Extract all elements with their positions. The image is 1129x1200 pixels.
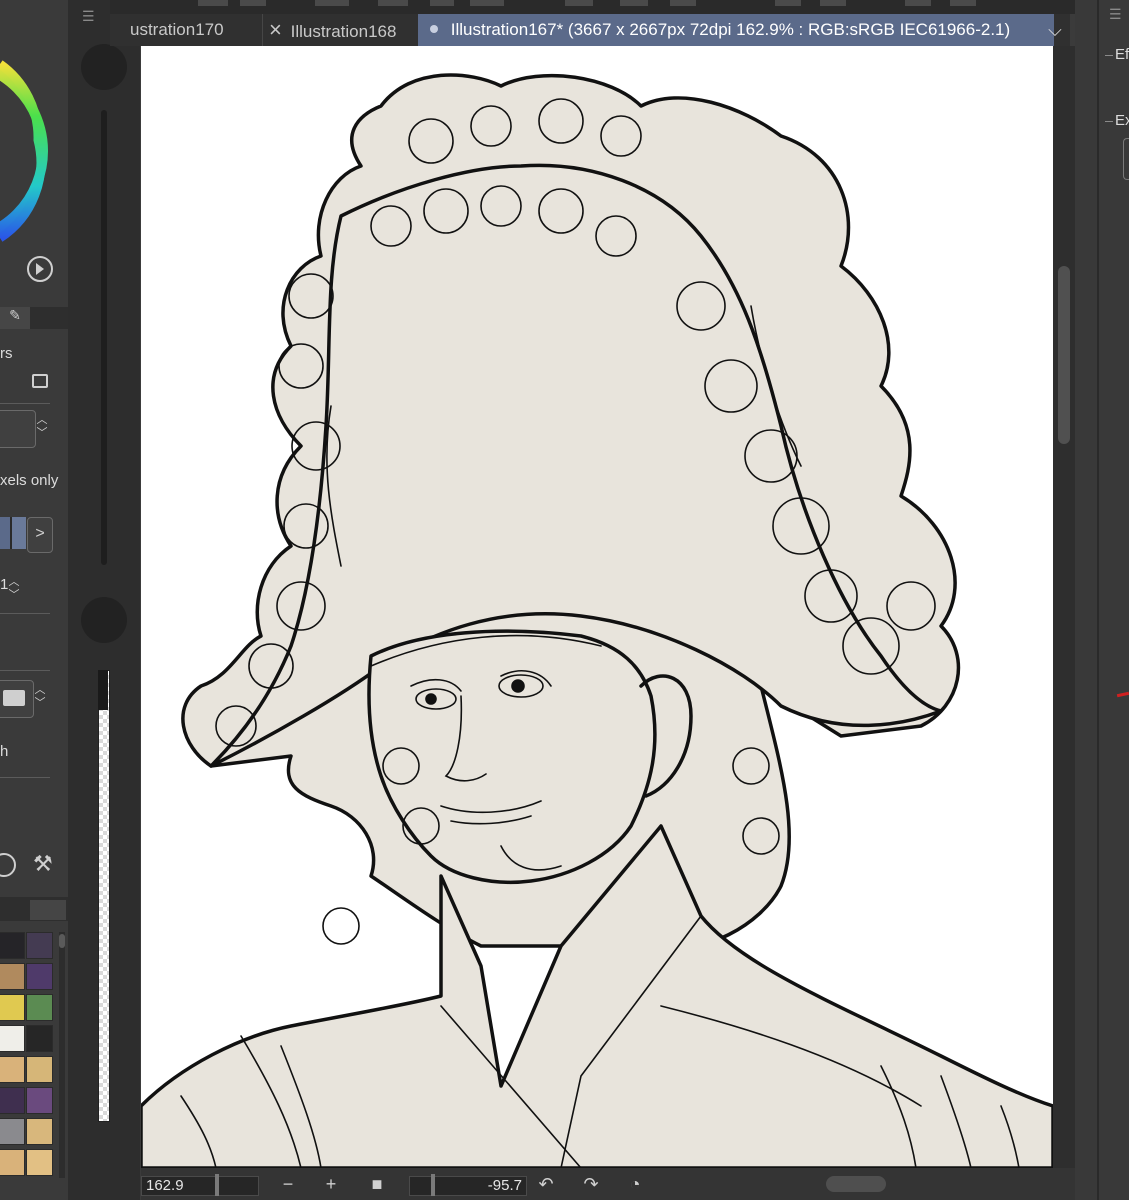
- menu-icon[interactable]: ☰: [82, 8, 95, 25]
- opacity-slider[interactable]: [98, 670, 110, 1122]
- color-swatch[interactable]: [26, 1056, 53, 1083]
- color-swatch[interactable]: [26, 932, 53, 959]
- color-tool-panel: ✎ rs ︿ ﹀ xels only > 1 ︿ ﹀ ︿ ﹀ h ⚒: [0, 0, 68, 1200]
- clock-icon[interactable]: [0, 853, 16, 877]
- toolbar-button[interactable]: [820, 0, 846, 6]
- opacity-slider-fill: [98, 670, 108, 710]
- zoom-out-icon[interactable]: −: [276, 1172, 300, 1196]
- tab-illustration167[interactable]: Illustration167* (3667 x 2667px 72dpi 16…: [418, 14, 1054, 46]
- rotation-slider-handle[interactable]: [431, 1174, 435, 1196]
- toolbar-button[interactable]: [950, 0, 976, 6]
- toolbar-button[interactable]: [620, 0, 648, 6]
- toolbar-button[interactable]: [430, 0, 454, 6]
- color-swatch[interactable]: [26, 1149, 53, 1176]
- red-mark: [1116, 691, 1129, 698]
- horizontal-scrollbar[interactable]: [681, 1174, 1061, 1194]
- toolbar-button[interactable]: [198, 0, 228, 6]
- toolbar-button[interactable]: [775, 0, 801, 6]
- canvas-vertical-scrollbar[interactable]: [1053, 46, 1075, 1168]
- blend-label: h: [0, 743, 9, 760]
- color-swatch[interactable]: [26, 994, 53, 1021]
- opacity-knob[interactable]: [81, 597, 127, 643]
- color-swatch[interactable]: [0, 1118, 25, 1145]
- rotation-field[interactable]: -95.7: [409, 1176, 527, 1196]
- layer-mode-stepper[interactable]: ︿ ﹀: [34, 414, 50, 444]
- panel-gap: [1097, 0, 1099, 1200]
- toolbar-button[interactable]: [240, 0, 266, 6]
- tab-label: Illustration167* (3667 x 2667px 72dpi 16…: [450, 20, 1011, 39]
- brush-size-knob[interactable]: [81, 44, 127, 90]
- color-swatch[interactable]: [0, 1025, 25, 1052]
- brush-tab[interactable]: ✎: [0, 307, 30, 329]
- command-bar: [110, 0, 1075, 14]
- swatch-grid: [0, 932, 58, 1182]
- expression-line: [1105, 121, 1113, 122]
- effect-line: [1105, 55, 1113, 56]
- toolbar-button[interactable]: [470, 0, 504, 6]
- color-swatch[interactable]: [0, 1087, 25, 1114]
- zoom-value: 162.9: [146, 1177, 184, 1194]
- play-icon[interactable]: [27, 256, 53, 282]
- layer-mode-icon[interactable]: [0, 410, 36, 448]
- wrench-icon[interactable]: ⚒: [33, 852, 57, 876]
- toolbar-button[interactable]: [378, 0, 408, 6]
- panel-divider: ☰: [68, 0, 140, 1200]
- folder-stepper[interactable]: ︿ ﹀: [32, 684, 48, 714]
- pixels-only-label: xels only: [0, 472, 59, 489]
- zoom-slider-handle[interactable]: [215, 1174, 219, 1196]
- scrollbar-thumb[interactable]: [1058, 266, 1070, 444]
- drawing-canvas[interactable]: [141, 46, 1053, 1168]
- reset-icon[interactable]: ■: [365, 1172, 389, 1196]
- rotate-reset-icon[interactable]: ◔: [623, 1172, 647, 1196]
- rotation-value: -95.7: [487, 1177, 522, 1194]
- layers-label: rs: [0, 345, 13, 362]
- tab-label: ustration170: [130, 20, 224, 39]
- chevron-down-icon[interactable]: ⌵: [1040, 14, 1070, 46]
- rotate-right-icon[interactable]: ↷: [579, 1172, 603, 1196]
- color-swatch[interactable]: [0, 1149, 25, 1176]
- expression-label: Ex: [1115, 112, 1129, 129]
- tab-label: Illustration168: [290, 22, 397, 41]
- horizontal-scrollbar-thumb[interactable]: [826, 1176, 886, 1192]
- tab-illustration170[interactable]: ustration170: [130, 14, 224, 46]
- color-swatch[interactable]: [0, 932, 25, 959]
- color-wheel[interactable]: [0, 40, 60, 260]
- color-swatch[interactable]: [26, 963, 53, 990]
- color-swatch[interactable]: [26, 1118, 53, 1145]
- document-tab-bar: ustration170 × Illustration168 Illustrat…: [110, 14, 1070, 46]
- zoom-field[interactable]: 162.9: [141, 1176, 259, 1196]
- toolbar-button[interactable]: [905, 0, 931, 6]
- color-swatch[interactable]: [0, 1056, 25, 1083]
- swatch-strip[interactable]: [0, 517, 26, 549]
- swatch-tab[interactable]: [30, 900, 66, 920]
- expression-box[interactable]: [1123, 138, 1129, 180]
- color-swatch[interactable]: [26, 1087, 53, 1114]
- toolbar-button[interactable]: [315, 0, 349, 6]
- color-swatch[interactable]: [0, 994, 25, 1021]
- brush-size-slider[interactable]: [101, 110, 107, 565]
- toolbar-button[interactable]: [565, 0, 593, 6]
- effect-label: Ef: [1115, 46, 1129, 63]
- right-panel: ☰ Ef Ex: [1075, 0, 1129, 1200]
- lock-icon[interactable]: [32, 374, 48, 388]
- chevron-right-icon[interactable]: >: [27, 517, 53, 553]
- close-icon[interactable]: ×: [269, 17, 282, 42]
- active-dot: [430, 25, 438, 33]
- color-swatch[interactable]: [0, 963, 25, 990]
- sketch-artwork: [141, 73, 1053, 1168]
- tab-illustration168[interactable]: × Illustration168: [262, 14, 396, 46]
- color-swatch[interactable]: [26, 1025, 53, 1052]
- swatch-scrollbar[interactable]: [59, 932, 65, 1178]
- folder-icon[interactable]: [0, 680, 34, 718]
- value-stepper[interactable]: ︿ ﹀: [6, 576, 22, 606]
- menu-icon[interactable]: ☰: [1109, 6, 1122, 23]
- status-bar: 162.9 − + ■ -95.7 ↶ ↷ ◔: [141, 1168, 1075, 1200]
- toolbar-button[interactable]: [670, 0, 696, 6]
- zoom-in-icon[interactable]: +: [319, 1172, 343, 1196]
- rotate-left-icon[interactable]: ↶: [534, 1172, 558, 1196]
